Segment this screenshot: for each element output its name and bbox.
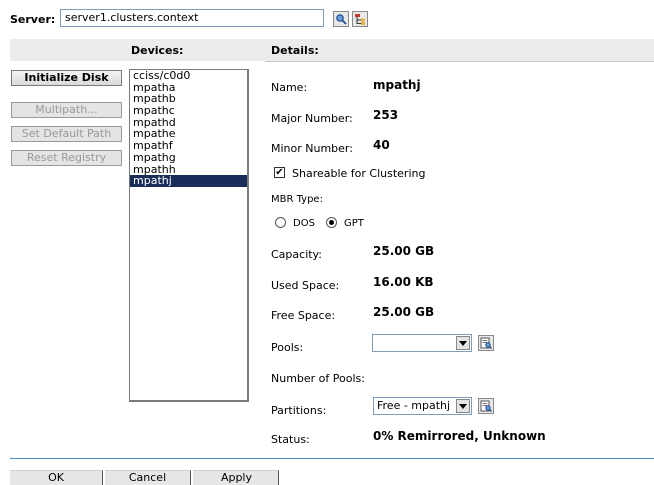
gpt-radio[interactable] <box>326 217 337 228</box>
object-tree-icon[interactable] <box>352 11 368 27</box>
status-label: Status: <box>271 433 310 446</box>
server-input[interactable]: server1.clusters.context <box>60 9 324 27</box>
device-item[interactable]: cciss/c0d0 <box>130 70 247 82</box>
device-item[interactable]: mpathg <box>130 152 247 164</box>
capacity-value: 25.00 GB <box>373 244 435 258</box>
dos-radio[interactable] <box>275 217 286 228</box>
name-label: Name: <box>271 81 308 94</box>
devices-header: Devices: <box>131 44 184 57</box>
capacity-label: Capacity: <box>271 248 322 261</box>
pool-details-icon[interactable] <box>478 335 494 351</box>
device-item[interactable]: mpathc <box>130 105 247 117</box>
partition-details-icon[interactable] <box>478 398 494 414</box>
major-number-label: Major Number: <box>271 112 353 125</box>
minor-number-value: 40 <box>373 138 390 152</box>
free-space-label: Free Space: <box>271 309 336 322</box>
footer-divider <box>10 458 654 459</box>
gpt-radio-label: GPT <box>344 218 364 229</box>
major-number-value: 253 <box>373 108 399 122</box>
minor-number-label: Minor Number: <box>271 142 353 155</box>
server-label: Server: <box>10 13 56 26</box>
initialize-disk-button[interactable]: Initialize Disk <box>11 70 122 86</box>
partitions-select-value: Free - mpathj <box>377 399 451 412</box>
number-of-pools-label: Number of Pools: <box>271 372 365 385</box>
shareable-checkbox[interactable]: ✔ <box>274 167 285 178</box>
status-value: 0% Remirrored, Unknown <box>373 429 546 443</box>
partitions-select[interactable]: Free - mpathj <box>373 397 472 415</box>
partitions-label: Partitions: <box>271 404 327 417</box>
shareable-label: Shareable for Clustering <box>292 167 426 180</box>
chevron-down-icon[interactable] <box>456 336 470 350</box>
free-space-value: 25.00 GB <box>373 305 435 319</box>
chevron-down-icon[interactable] <box>456 399 470 413</box>
name-value: mpathj <box>373 78 421 92</box>
details-header: Details: <box>271 44 319 57</box>
dos-radio-label: DOS <box>293 218 315 229</box>
cancel-button[interactable]: Cancel <box>105 470 191 485</box>
details-divider <box>265 61 654 62</box>
pools-label: Pools: <box>271 341 304 354</box>
used-space-label: Used Space: <box>271 279 340 292</box>
set-default-path-button[interactable]: Set Default Path <box>11 126 122 142</box>
mbr-type-label: MBR Type: <box>271 194 323 205</box>
apply-button[interactable]: Apply <box>193 470 279 485</box>
device-item-selected[interactable]: mpathj <box>130 175 247 187</box>
search-icon[interactable] <box>333 11 349 27</box>
pools-select[interactable] <box>372 334 472 352</box>
ok-button[interactable]: OK <box>10 470 103 485</box>
column-header-strip <box>10 39 654 61</box>
multipath-button[interactable]: Multipath... <box>11 102 122 118</box>
reset-registry-button[interactable]: Reset Registry <box>11 150 122 166</box>
devices-listbox[interactable]: cciss/c0d0 mpatha mpathb mpathc mpathd m… <box>129 69 249 402</box>
used-space-value: 16.00 KB <box>373 275 434 289</box>
